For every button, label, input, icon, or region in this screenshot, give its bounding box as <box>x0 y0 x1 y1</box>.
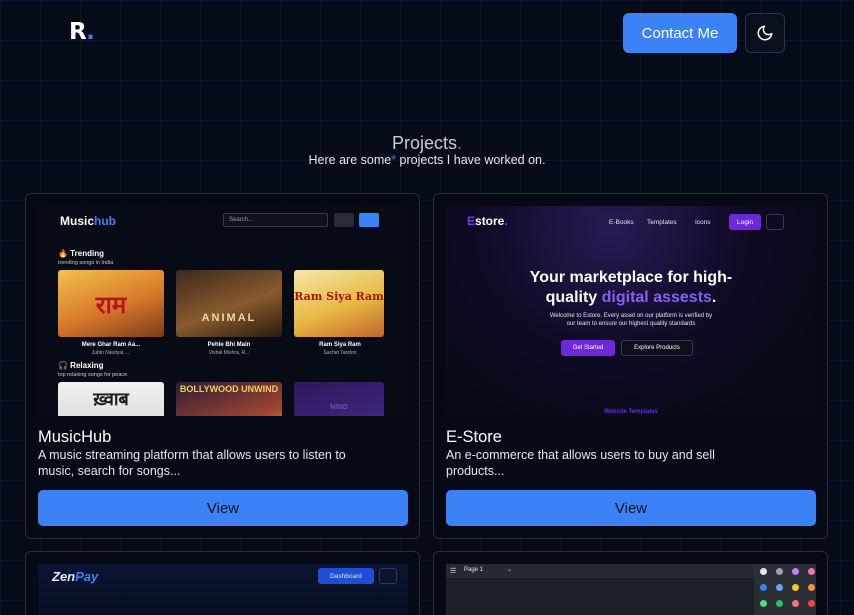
album-art: MIND <box>294 382 384 416</box>
color-swatch <box>808 600 815 607</box>
project-thumbnail: ☰ Page 1 ⌄ <box>446 564 816 615</box>
estore-nav-item: E-Books <box>609 219 634 226</box>
song-artist: Vishal Mishra, R... <box>208 350 250 356</box>
site-logo[interactable]: R. <box>69 19 95 45</box>
page-selector: Page 1 <box>464 567 484 573</box>
color-swatch <box>792 568 799 575</box>
estore-headline: Your marketplace for high- quality digit… <box>529 269 733 306</box>
album-art: ख़्वाब <box>58 382 164 416</box>
project-thumbnail: Musichub Search... 🔥 Trending trending s… <box>38 206 408 416</box>
song-title: Mere Ghar Ram Aa... <box>81 342 141 348</box>
musichub-logo: Musichub <box>60 214 117 228</box>
project-title: E-Store <box>446 428 502 446</box>
project-card-zenpay: ZenPay Dashboard <box>25 551 420 615</box>
zenpay-logo: ZenPay <box>52 569 99 584</box>
explore-products-button: Explore Products <box>621 340 693 356</box>
color-swatch <box>792 600 799 607</box>
moon-icon <box>379 568 397 584</box>
album-art: ANIMAL <box>176 270 282 337</box>
estore-nav-item: Templates <box>647 219 677 226</box>
moon-icon <box>766 214 784 230</box>
project-thumbnail: ZenPay Dashboard <box>38 564 408 615</box>
color-swatch <box>776 584 783 591</box>
album-art: BOLLYWOOD UNWIND <box>176 382 282 416</box>
chevron-down-icon: ⌄ <box>507 566 513 573</box>
project-title: MusicHub <box>38 428 112 446</box>
project-card-estore: Estore. E-Books Templates Icons Login Yo… <box>433 193 828 539</box>
estore-nav-item: Icons <box>695 219 711 226</box>
color-palette-panel <box>754 564 816 615</box>
color-swatch <box>808 568 815 575</box>
thumbnail-background <box>446 206 816 416</box>
album-art: राम <box>58 270 164 337</box>
color-swatch <box>776 600 783 607</box>
star-icon <box>359 213 379 227</box>
view-project-button[interactable]: View <box>38 490 408 526</box>
moon-icon <box>334 213 354 227</box>
estore-login-button: Login <box>729 214 761 230</box>
project-card-editor: ☰ Page 1 ⌄ <box>433 551 828 615</box>
project-thumbnail: Estore. E-Books Templates Icons Login Yo… <box>446 206 816 416</box>
get-started-button: Get Started <box>561 340 615 356</box>
color-swatch <box>808 584 815 591</box>
menu-icon: ☰ <box>450 567 457 575</box>
musichub-search-input: Search... <box>223 213 328 227</box>
color-swatch <box>776 568 783 575</box>
site-header: R. Contact Me <box>0 0 854 66</box>
album-art: Ram Siya Ram <box>294 270 384 337</box>
color-swatch <box>760 568 767 575</box>
color-swatch <box>760 584 767 591</box>
view-project-button[interactable]: View <box>446 490 816 526</box>
dashboard-button: Dashboard <box>318 568 374 584</box>
moon-icon <box>757 25 773 41</box>
song-title: Ram Siya Ram <box>319 342 361 348</box>
theme-toggle-button[interactable] <box>745 13 785 53</box>
estore-logo: Estore. <box>467 214 508 228</box>
song-artist: Jubin Nautiyal, ... <box>91 350 131 356</box>
estore-tagline: Welcome to Estore. Every asset on our pl… <box>549 313 713 327</box>
color-swatch <box>792 584 799 591</box>
editor-toolbar: ☰ Page 1 ⌄ <box>446 564 754 578</box>
relaxing-subheading: top relaxing songs for peace <box>58 372 128 378</box>
relaxing-heading: 🎧 Relaxing <box>58 361 104 370</box>
trending-subheading: trending songs in India <box>58 260 114 266</box>
project-description: An e-commerce that allows users to buy a… <box>446 448 715 478</box>
website-templates-heading: Website Templates <box>604 409 658 415</box>
song-title: Pehle Bhi Main <box>207 342 251 348</box>
projects-heading: Projects. <box>391 133 463 153</box>
color-swatch <box>760 600 767 607</box>
project-card-musichub: Musichub Search... 🔥 Trending trending s… <box>25 193 420 539</box>
song-artist: Sachet Tandon <box>323 350 357 356</box>
projects-subtitle: Here are some* projects I have worked on… <box>308 153 546 167</box>
contact-me-button[interactable]: Contact Me <box>623 13 737 53</box>
trending-heading: 🔥 Trending <box>58 249 104 258</box>
project-description: A music streaming platform that allows u… <box>38 448 346 478</box>
